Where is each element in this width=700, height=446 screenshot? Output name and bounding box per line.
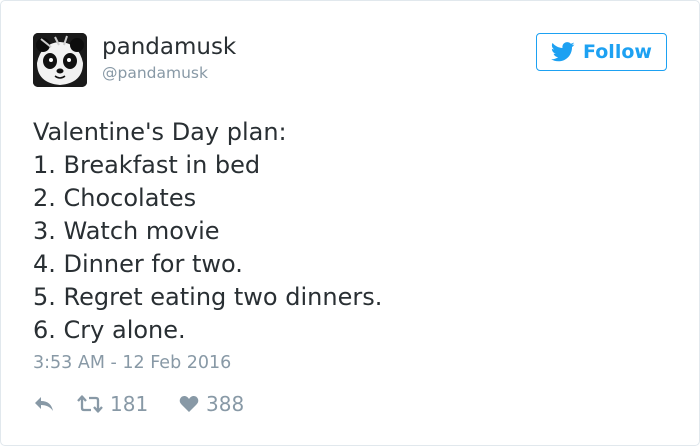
tweet-line: 3. Watch movie bbox=[33, 217, 220, 245]
tweet-text: Valentine's Day plan: 1. Breakfast in be… bbox=[33, 116, 382, 347]
heart-icon bbox=[179, 395, 199, 412]
tweet-line: 5. Regret eating two dinners. bbox=[33, 283, 383, 311]
follow-button-label: Follow bbox=[583, 41, 652, 63]
retweet-button[interactable]: 181 bbox=[77, 392, 179, 416]
retweet-icon bbox=[77, 395, 103, 413]
reply-button[interactable] bbox=[33, 396, 77, 412]
user-handle[interactable]: @pandamusk bbox=[102, 63, 208, 83]
reply-icon bbox=[35, 397, 53, 411]
avatar[interactable] bbox=[33, 33, 87, 87]
follow-button[interactable]: Follow bbox=[536, 33, 667, 71]
tweet-line: 2. Chocolates bbox=[33, 184, 197, 212]
like-button[interactable]: 388 bbox=[179, 392, 244, 416]
twitter-bird-icon bbox=[551, 42, 575, 62]
retweet-count: 181 bbox=[110, 392, 149, 416]
tweet-line: Valentine's Day plan: bbox=[33, 118, 287, 146]
tweet-actions: 181 388 bbox=[33, 390, 244, 418]
tweet-line: 6. Cry alone. bbox=[33, 316, 186, 344]
tweet-timestamp[interactable]: 3:53 AM - 12 Feb 2016 bbox=[33, 351, 231, 375]
like-count: 388 bbox=[206, 392, 245, 416]
tweet-line: 1. Breakfast in bed bbox=[33, 151, 261, 179]
tweet-line: 4. Dinner for two. bbox=[33, 250, 243, 278]
display-name[interactable]: pandamusk bbox=[102, 33, 236, 61]
tweet-card: pandamusk @pandamusk Follow Valentine's … bbox=[0, 0, 700, 446]
panda-avatar-icon bbox=[33, 33, 87, 87]
